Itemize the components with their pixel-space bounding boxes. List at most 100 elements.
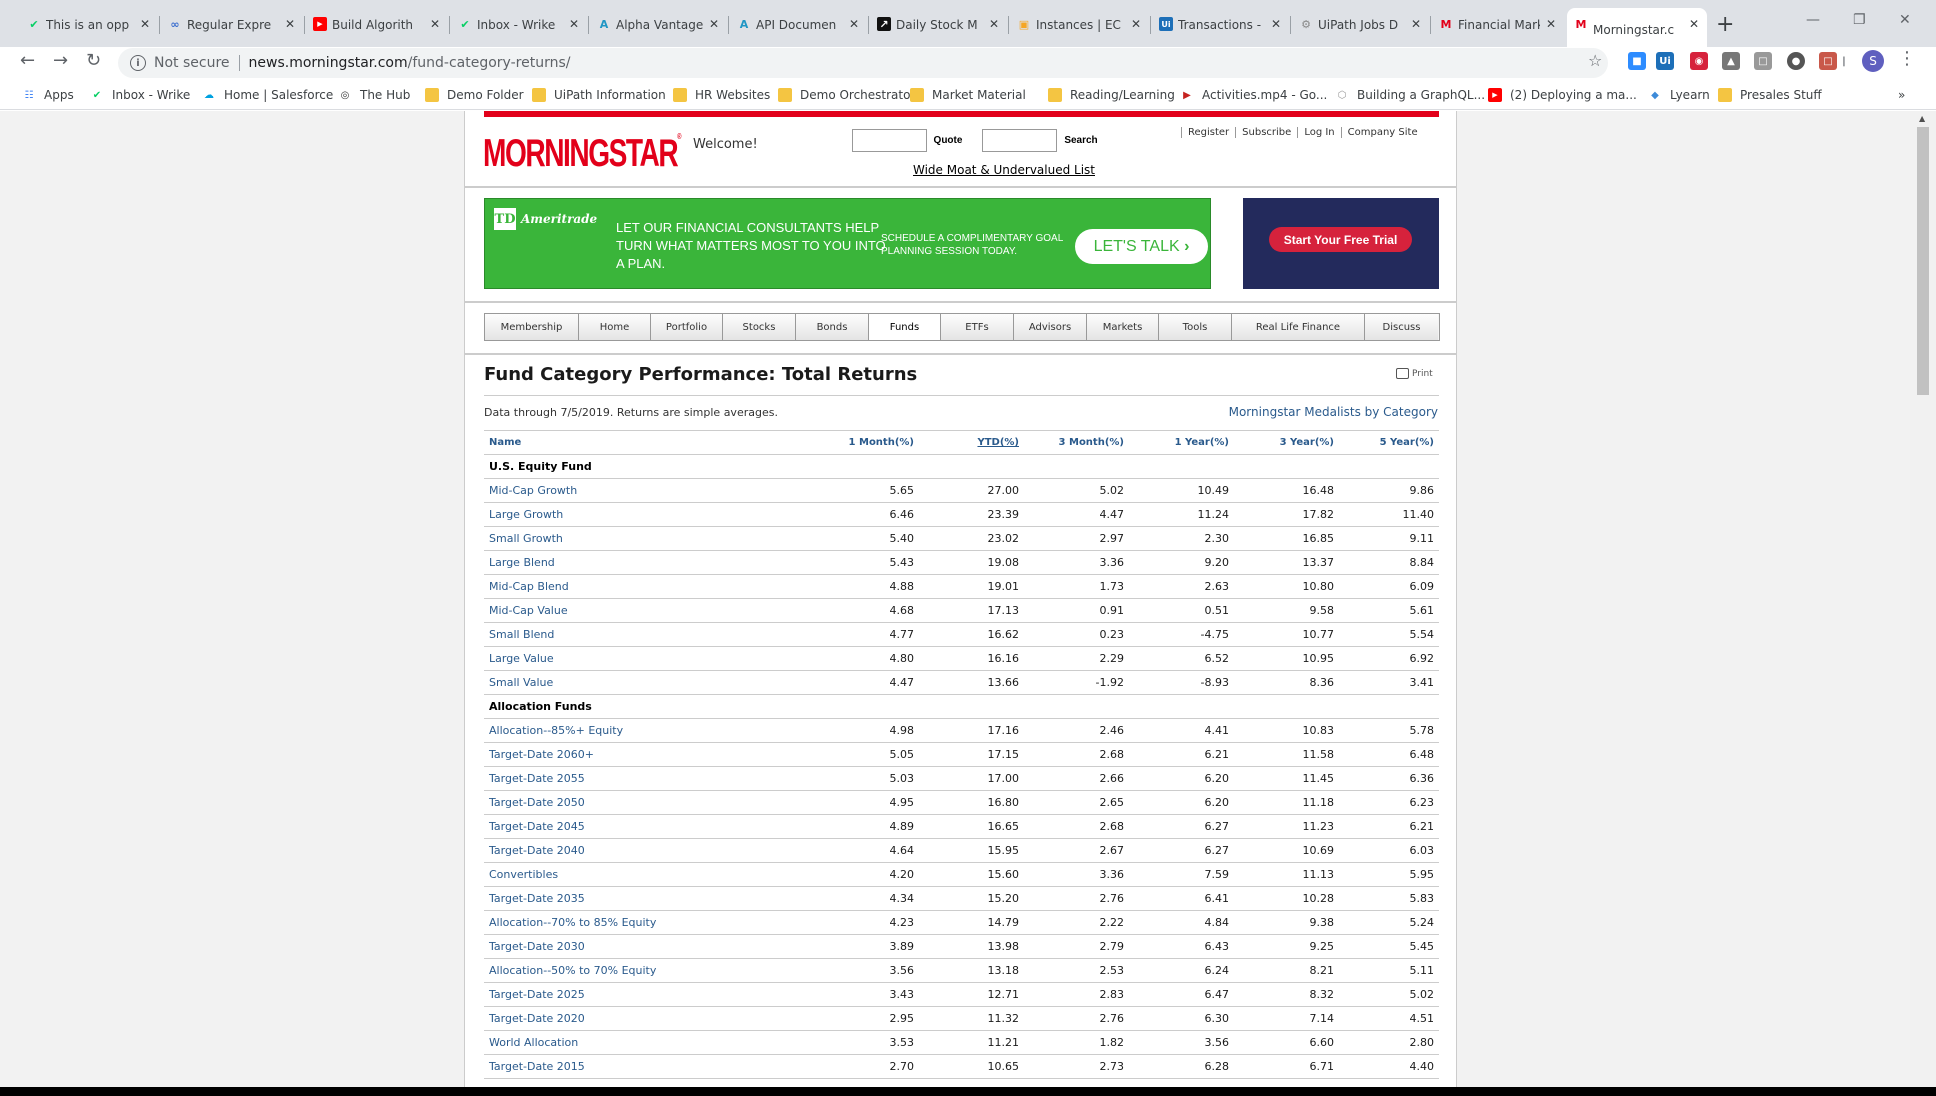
nav-bonds[interactable]: Bonds	[796, 314, 869, 340]
zoom-extension-icon[interactable]: ■	[1628, 52, 1646, 70]
column-header[interactable]: 1 Month(%)	[814, 430, 919, 455]
browser-tab[interactable]: ▣ Instances | EC ✕	[1010, 12, 1149, 37]
bookmark-building-a-graphql[interactable]: ⬡ Building a GraphQL...	[1335, 88, 1485, 102]
quote-input[interactable]	[852, 129, 927, 152]
bookmark-reading-learning[interactable]: Reading/Learning	[1048, 88, 1175, 102]
free-trial-ad[interactable]: Start Your Free Trial	[1243, 198, 1439, 289]
bookmark-apps[interactable]: ☷ Apps	[22, 88, 74, 102]
nav-etfs[interactable]: ETFs	[941, 314, 1014, 340]
fund-category-link[interactable]: Large Growth	[484, 502, 814, 527]
browser-tab[interactable]: Ui Transactions - ✕	[1152, 12, 1289, 37]
search-input[interactable]	[982, 129, 1057, 152]
bookmark-activities-mp4-go[interactable]: ▶ Activities.mp4 - Go...	[1180, 88, 1327, 102]
fund-category-link[interactable]: Target-Date 2035	[484, 886, 814, 911]
wide-moat-link[interactable]: Wide Moat & Undervalued List	[913, 163, 1095, 177]
bookmark--2-deploying-a-ma[interactable]: ▶ (2) Deploying a ma...	[1488, 88, 1637, 102]
fund-category-link[interactable]: Target-Date 2025	[484, 982, 814, 1007]
fund-category-link[interactable]: Small Growth	[484, 526, 814, 551]
bookmark-lyearn[interactable]: ◆ Lyearn	[1648, 88, 1710, 102]
nav-tools[interactable]: Tools	[1159, 314, 1232, 340]
bookmark-presales-stuff[interactable]: Presales Stuff	[1718, 88, 1822, 102]
bookmark-home-salesforce[interactable]: ☁ Home | Salesforce	[202, 88, 333, 102]
uipath-extension-icon[interactable]: Ui	[1656, 52, 1674, 70]
info-icon[interactable]: i	[130, 55, 146, 71]
quote-button[interactable]: Quote	[929, 130, 967, 151]
close-icon[interactable]: ✕	[140, 17, 150, 31]
close-icon[interactable]: ✕	[849, 17, 859, 31]
header-link-subscribe[interactable]: Subscribe	[1235, 127, 1297, 138]
bookmarks-overflow-icon[interactable]: »	[1898, 88, 1905, 102]
drive-extension-icon[interactable]: ▲	[1722, 52, 1740, 70]
bookmark-star-icon[interactable]: ☆	[1588, 51, 1602, 70]
scrollbar-thumb[interactable]	[1917, 127, 1929, 395]
fund-category-link[interactable]: Allocation--70% to 85% Equity	[484, 910, 814, 935]
browser-tab[interactable]: ∞ Regular Expre ✕	[161, 12, 303, 37]
circle-extension-icon[interactable]: ●	[1787, 52, 1805, 70]
close-icon[interactable]: ✕	[1546, 17, 1556, 31]
browser-tab[interactable]: M Financial Mark ✕	[1432, 12, 1564, 37]
column-header[interactable]: 3 Month(%)	[1024, 430, 1129, 455]
back-icon[interactable]: ←	[20, 50, 35, 71]
td-ameritrade-ad[interactable]: TD Ameritrade LET OUR FINANCIAL CONSULTA…	[484, 198, 1211, 289]
nav-real-life-finance[interactable]: Real Life Finance	[1232, 314, 1365, 340]
close-icon[interactable]: ✕	[1131, 17, 1141, 31]
column-header[interactable]: YTD(%)	[919, 430, 1024, 455]
profile-avatar[interactable]: S	[1862, 50, 1884, 72]
close-icon[interactable]: ✕	[1271, 17, 1281, 31]
close-icon[interactable]: ✕	[709, 17, 719, 31]
column-header[interactable]: 3 Year(%)	[1234, 430, 1339, 455]
nav-home[interactable]: Home	[579, 314, 651, 340]
forward-icon[interactable]: →	[53, 50, 68, 71]
nav-membership[interactable]: Membership	[485, 314, 579, 340]
bookmark-hr-websites[interactable]: HR Websites	[673, 88, 770, 102]
fund-category-link[interactable]: Target-Date 2055	[484, 766, 814, 791]
close-icon[interactable]: ✕	[1411, 17, 1421, 31]
fund-category-link[interactable]: Target-Date 2040	[484, 838, 814, 863]
browser-tab[interactable]: A API Documen ✕	[730, 12, 867, 37]
nav-markets[interactable]: Markets	[1087, 314, 1159, 340]
close-icon[interactable]: ✕	[285, 17, 295, 31]
fund-category-link[interactable]: Convertibles	[484, 862, 814, 887]
close-icon[interactable]: ✕	[569, 17, 579, 31]
browser-tab[interactable]: ✔ This is an opp ✕	[20, 12, 158, 37]
close-window-button[interactable]: ✕	[1899, 12, 1911, 28]
menu-kebab-icon[interactable]: ⋮	[1898, 48, 1916, 69]
header-link-log-in[interactable]: Log In	[1297, 127, 1340, 138]
bookmark-demo-folder[interactable]: Demo Folder	[425, 88, 524, 102]
column-header[interactable]: 5 Year(%)	[1339, 430, 1439, 455]
browser-tab[interactable]: M Morningstar.c ✕	[1567, 8, 1707, 47]
fund-category-link[interactable]: Small Value	[484, 670, 814, 695]
vertical-scrollbar[interactable]: ▲	[1910, 111, 1936, 1087]
nav-funds[interactable]: Funds	[869, 314, 941, 340]
fund-category-link[interactable]: Small Blend	[484, 622, 814, 647]
fund-category-link[interactable]: Target-Date 2060+	[484, 742, 814, 767]
fund-category-link[interactable]: Target-Date 2030	[484, 934, 814, 959]
fund-category-link[interactable]: Mid-Cap Growth	[484, 478, 814, 503]
fund-category-link[interactable]: Large Value	[484, 646, 814, 671]
lets-talk-button[interactable]: LET'S TALK ›	[1075, 229, 1208, 264]
print-button[interactable]: Print	[1396, 368, 1433, 379]
new-tab-button[interactable]: +	[1716, 12, 1734, 37]
minimize-button[interactable]: —	[1806, 12, 1820, 28]
page-extension-icon[interactable]: □	[1754, 52, 1772, 70]
bookmark-uipath-information[interactable]: UiPath Information	[532, 88, 666, 102]
address-bar[interactable]: i Not secure news.morningstar.com/fund-c…	[118, 48, 1608, 78]
fund-category-link[interactable]: Allocation--50% to 70% Equity	[484, 958, 814, 983]
morningstar-logo[interactable]: MORNINGSTAR®	[483, 132, 681, 176]
fund-category-link[interactable]: Large Blend	[484, 550, 814, 575]
close-icon[interactable]: ✕	[989, 17, 999, 31]
close-icon[interactable]: ✕	[1689, 17, 1699, 31]
fund-category-link[interactable]: Mid-Cap Blend	[484, 574, 814, 599]
nav-discuss[interactable]: Discuss	[1365, 314, 1438, 340]
bookmark-the-hub[interactable]: ◎ The Hub	[338, 88, 411, 102]
medalists-by-category-link[interactable]: Morningstar Medalists by Category	[1229, 405, 1438, 419]
fund-category-link[interactable]: Target-Date 2020	[484, 1006, 814, 1031]
fund-category-link[interactable]: Target-Date 2015	[484, 1054, 814, 1079]
bookmark-demo-orchestrator[interactable]: Demo Orchestrator	[778, 88, 915, 102]
reload-icon[interactable]: ↻	[86, 50, 101, 71]
browser-tab[interactable]: ↗ Daily Stock M ✕	[870, 12, 1007, 37]
fund-category-link[interactable]: World Allocation	[484, 1030, 814, 1055]
close-icon[interactable]: ✕	[430, 17, 440, 31]
fund-category-link[interactable]: Allocation--85%+ Equity	[484, 718, 814, 743]
header-link-company-site[interactable]: Company Site	[1340, 127, 1424, 138]
